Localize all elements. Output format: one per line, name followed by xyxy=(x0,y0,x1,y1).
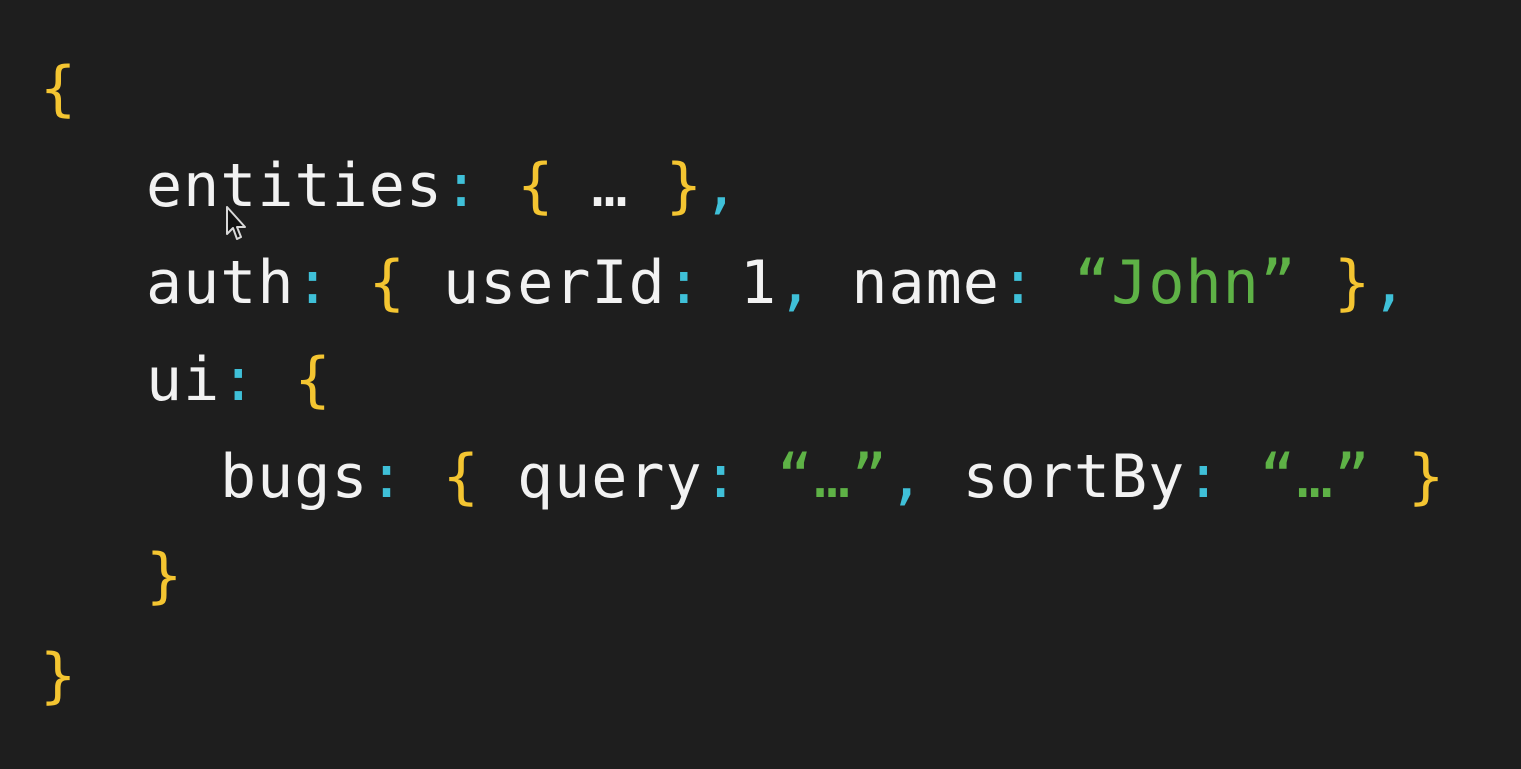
code-token-ident: entities xyxy=(146,151,443,221)
code-token-string: “…” xyxy=(1259,442,1371,512)
code-token-number: 1 xyxy=(702,248,778,318)
code-token-brace: } xyxy=(1408,442,1446,512)
code-token-brace: { xyxy=(294,345,332,415)
code-token-ident: sortBy xyxy=(925,442,1186,512)
code-token-brace: } xyxy=(665,151,703,221)
code-token-brace: { xyxy=(442,442,480,512)
code-token-punct: : xyxy=(368,442,406,512)
code-line-3: auth: { userId: 1, name: “John” }, xyxy=(146,253,1408,313)
code-line-6: } xyxy=(146,546,183,606)
code-token-ident: ui xyxy=(146,345,221,415)
code-token-brace: { xyxy=(517,151,555,221)
code-token-brace: } xyxy=(1334,248,1372,318)
code-token-punct: : xyxy=(665,248,703,318)
code-token-string: “John” xyxy=(1074,248,1297,318)
code-token-ident: auth xyxy=(146,248,295,318)
code-token-brace: { xyxy=(368,248,406,318)
code-token-punct: : xyxy=(999,248,1037,318)
code-token-string: “…” xyxy=(776,442,889,512)
code-token-ident: … xyxy=(554,151,666,221)
code-token-punct: : xyxy=(294,248,332,318)
code-token-brace: } xyxy=(40,641,78,711)
code-token-punct: : xyxy=(1185,442,1223,512)
code-token-brace: { xyxy=(40,54,78,124)
code-line-7: } xyxy=(40,646,77,706)
code-line-4: ui: { xyxy=(146,350,332,410)
code-token-ident xyxy=(480,151,517,221)
mouse-pointer-icon xyxy=(226,206,246,240)
code-token-ident xyxy=(257,345,294,415)
code-token-punct: , xyxy=(777,248,815,318)
code-token-brace: } xyxy=(146,541,184,611)
code-token-punct: : xyxy=(442,151,481,221)
code-token-punct: , xyxy=(888,442,926,512)
code-token-ident xyxy=(1297,248,1334,318)
code-token-punct: : xyxy=(220,345,258,415)
code-token-punct: , xyxy=(1371,248,1409,318)
code-token-ident: name xyxy=(814,248,1000,318)
code-token-ident xyxy=(332,248,369,318)
code-line-1: { xyxy=(40,59,77,119)
code-token-ident: query xyxy=(479,442,703,512)
code-token-ident xyxy=(406,442,443,512)
code-line-5: bugs: { query: “…”, sortBy: “…” } xyxy=(220,447,1445,507)
code-token-ident: userId xyxy=(405,248,666,318)
code-token-punct: : xyxy=(702,442,740,512)
code-token-ident xyxy=(1371,442,1408,512)
code-token-ident xyxy=(1037,248,1074,318)
code-token-ident: bugs xyxy=(220,442,369,512)
code-editor-view[interactable]: { entities: { … }, auth: { userId: 1, na… xyxy=(0,0,1521,769)
code-token-ident xyxy=(740,442,777,512)
code-token-ident xyxy=(1222,442,1259,512)
code-token-punct: , xyxy=(702,151,740,221)
